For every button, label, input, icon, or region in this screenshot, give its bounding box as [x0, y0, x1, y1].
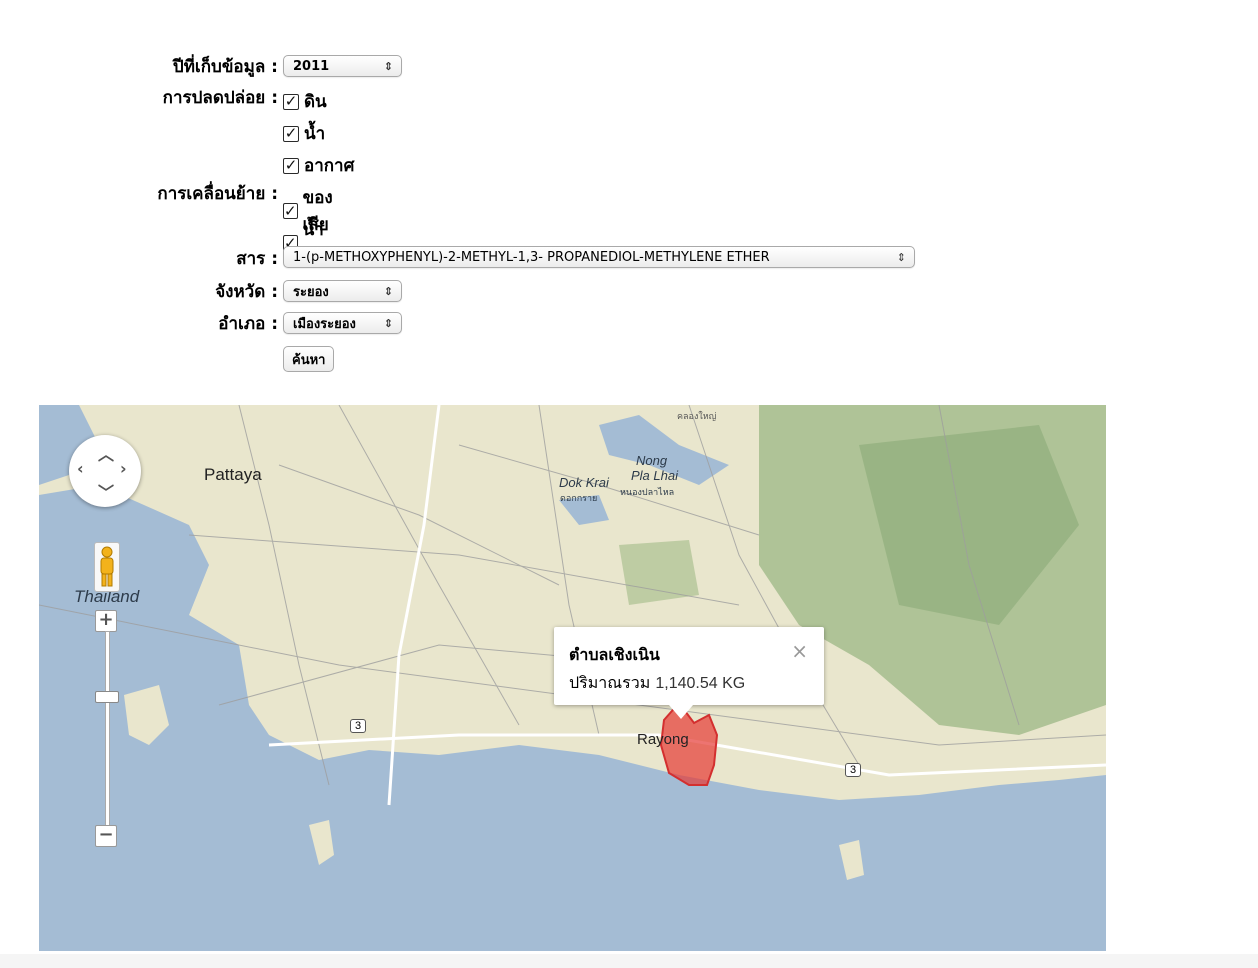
select-arrows-icon: ⇕ — [383, 284, 393, 298]
substance-value: 1-(p-METHOXYPHENYL)-2-METHYL-1,3- PROPAN… — [293, 249, 770, 265]
district-value: เมืองระยอง — [293, 316, 356, 332]
place-label-nong-pla-lhai-th: หนองปลาไหล — [620, 487, 675, 497]
place-label-nong: Nong — [636, 453, 668, 468]
route-shield-3-east: 3 — [845, 763, 862, 777]
infowindow-body: ปริมาณรวม 1,140.54 KG — [569, 671, 745, 696]
zoom-in-button[interactable]: + — [95, 610, 117, 632]
search-form: ปีที่เก็บข้อมูล : 2011 ⇕ การปลดปล่อย : ✓… — [0, 0, 1258, 390]
province-label: จังหวัด : — [215, 281, 278, 302]
substance-select[interactable]: 1-(p-METHOXYPHENYL)-2-METHYL-1,3- PROPAN… — [283, 246, 915, 268]
year-value: 2011 — [293, 58, 330, 74]
street-view-pegman-icon[interactable] — [94, 542, 120, 592]
pan-left-icon[interactable]: ‹ — [77, 459, 84, 478]
map[interactable]: Pattaya Thailand Nong Pla Lhai หนองปลาไห… — [39, 405, 1106, 951]
year-label: ปีที่เก็บข้อมูล : — [172, 56, 278, 77]
place-label-dok-krai-th: ดอกกราย — [560, 493, 598, 503]
zoom-slider-track[interactable] — [105, 631, 110, 831]
place-label-pla-lhai: Pla Lhai — [631, 468, 678, 483]
checkbox-checked-icon[interactable]: ✓ — [283, 93, 299, 110]
page-footer-strip — [0, 954, 1258, 968]
infowindow-tail — [669, 705, 693, 719]
infowindow-label: ปริมาณรวม — [569, 673, 651, 692]
infowindow-title: ตำบลเชิงเนิน — [569, 645, 660, 664]
place-label-rayong: Rayong — [637, 731, 689, 748]
release-option-soil[interactable]: ✓ ดิน — [283, 88, 327, 115]
pan-control[interactable]: ︿ ﹀ ‹ › — [69, 435, 141, 507]
zoom-slider-handle[interactable] — [95, 691, 119, 703]
district-select[interactable]: เมืองระยอง ⇕ — [283, 312, 402, 334]
pan-down-icon[interactable]: ﹀ — [98, 479, 114, 503]
release-option-air[interactable]: ✓ อากาศ — [283, 152, 354, 179]
route-shield-3-west: 3 — [350, 719, 367, 733]
province-select[interactable]: ระยอง ⇕ — [283, 280, 402, 302]
search-button[interactable]: ค้นหา — [283, 346, 335, 372]
place-label-khlong-yai: คลองใหญ่ — [677, 411, 717, 421]
select-arrows-icon: ⇕ — [383, 59, 393, 73]
close-icon[interactable]: × — [791, 639, 808, 663]
select-arrows-icon: ⇕ — [383, 316, 393, 330]
map-infowindow: ตำบลเชิงเนิน ปริมาณรวม 1,140.54 KG × — [554, 627, 824, 719]
zoom-out-button[interactable]: − — [95, 825, 117, 847]
place-label-pattaya: Pattaya — [204, 465, 262, 484]
pan-right-icon[interactable]: › — [120, 459, 127, 478]
pan-up-icon[interactable]: ︿ — [98, 441, 114, 465]
checkbox-checked-icon[interactable]: ✓ — [283, 125, 299, 142]
release-label: การปลดปล่อย : — [162, 87, 278, 108]
transfer-label: การเคลื่อนย้าย : — [157, 183, 278, 204]
infowindow-amount: 1,140.54 KG — [655, 675, 746, 692]
place-label-dok-krai: Dok Krai — [559, 475, 609, 490]
province-value: ระยอง — [293, 284, 329, 300]
substance-label: สาร : — [236, 248, 278, 269]
year-select[interactable]: 2011 ⇕ — [283, 55, 402, 77]
district-label: อำเภอ : — [218, 313, 278, 334]
select-arrows-icon: ⇕ — [896, 250, 906, 264]
checkbox-checked-icon[interactable]: ✓ — [283, 157, 299, 174]
release-option-water[interactable]: ✓ น้ำ — [283, 120, 325, 147]
